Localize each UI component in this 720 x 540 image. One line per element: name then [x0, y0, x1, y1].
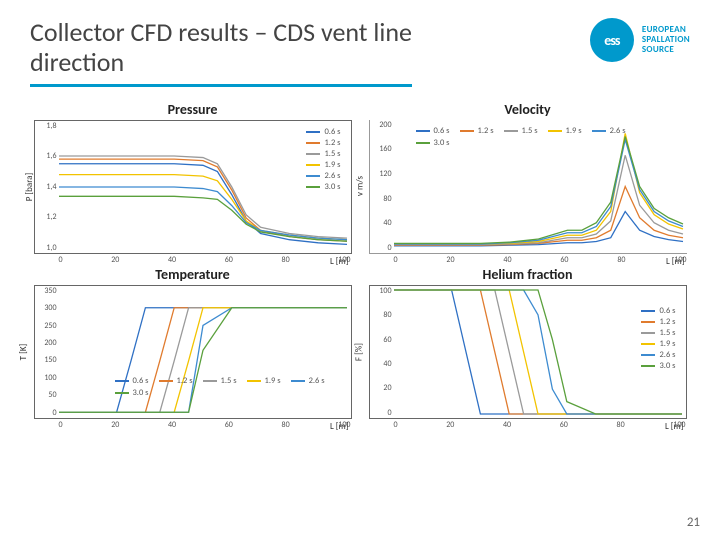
temperature-ylabel: T [K]: [17, 343, 28, 360]
org-name: EUROPEAN SPALLATION SOURCE: [642, 25, 690, 55]
pressure-xlabel: L [m]: [330, 256, 349, 267]
helium-ylabel: F [%]: [353, 343, 364, 361]
velocity-cell: Velocity v m/s 200 160 120 80 40 0 0 20 …: [363, 101, 692, 254]
velocity-yticks: 200 160 120 80 40 0: [370, 120, 392, 253]
velocity-ylabel: v m/s: [354, 176, 365, 196]
pressure-legend: 0.6 s1.2 s1.5 s1.9 s2.6 s3.0 s: [306, 127, 340, 192]
slide-header: Collector CFD results – CDS vent line di…: [0, 0, 720, 95]
velocity-xticks: 0 20 40 60 80 100: [394, 255, 687, 265]
pressure-title: Pressure: [168, 101, 218, 118]
helium-xticks: 0 20 40 60 80 100: [394, 420, 686, 430]
temperature-title: Temperature: [155, 266, 229, 283]
pressure-lines: [59, 125, 347, 249]
title-line-1: Collector CFD results – CDS vent line: [30, 16, 412, 48]
helium-xlabel: L [m]: [665, 421, 684, 432]
pressure-yticks: 1,8 1,6 1,4 1,2 1,0: [35, 121, 57, 253]
helium-cell: Helium fraction F [%] 100 80 60 40 20 0 …: [363, 266, 692, 419]
velocity-xlabel: L [m]: [666, 256, 685, 267]
helium-chart: F [%] 100 80 60 40 20 0 0 20 40 60 80 10…: [369, 285, 687, 419]
temperature-xticks: 0 20 40 60 80 100: [59, 420, 351, 430]
helium-title: Helium fraction: [483, 266, 573, 283]
helium-legend: 0.6 s1.2 s1.5 s1.9 s2.6 s3.0 s: [641, 306, 675, 371]
helium-yticks: 100 80 60 40 20 0: [370, 286, 392, 418]
velocity-legend: 0.6 s1.2 s1.5 s1.9 s2.6 s3.0 s: [416, 126, 636, 148]
pressure-chart: P [bara] 1,8 1,6 1,4 1,2 1,0 0 20 40 60 …: [34, 120, 352, 254]
pressure-cell: Pressure P [bara] 1,8 1,6 1,4 1,2 1,0 0 …: [28, 101, 357, 254]
velocity-chart: v m/s 200 160 120 80 40 0 0 20 40 60 80 …: [369, 120, 687, 254]
velocity-title: Velocity: [504, 101, 550, 118]
org-logo-block: ess EUROPEAN SPALLATION SOURCE: [590, 18, 690, 62]
pressure-ylabel: P [bara]: [23, 173, 34, 202]
temperature-chart: T [K] 350 300 250 200 150 100 50 0 0 20 …: [34, 285, 352, 419]
temperature-legend: 0.6 s1.2 s1.5 s1.9 s2.6 s3.0 s: [115, 376, 335, 398]
chart-grid: Pressure P [bara] 1,8 1,6 1,4 1,2 1,0 0 …: [0, 95, 720, 419]
temperature-yticks: 350 300 250 200 150 100 50 0: [35, 286, 57, 418]
page-number: 21: [687, 515, 700, 530]
helium-lines: [394, 290, 682, 414]
page-title: Collector CFD results – CDS vent line di…: [30, 18, 412, 87]
title-line-2: direction: [30, 46, 124, 78]
temperature-xlabel: L [m]: [330, 421, 349, 432]
pressure-xticks: 0 20 40 60 80 100: [59, 255, 351, 265]
temperature-cell: Temperature T [K] 350 300 250 200 150 10…: [28, 266, 357, 419]
ess-logo-icon: ess: [590, 18, 634, 62]
